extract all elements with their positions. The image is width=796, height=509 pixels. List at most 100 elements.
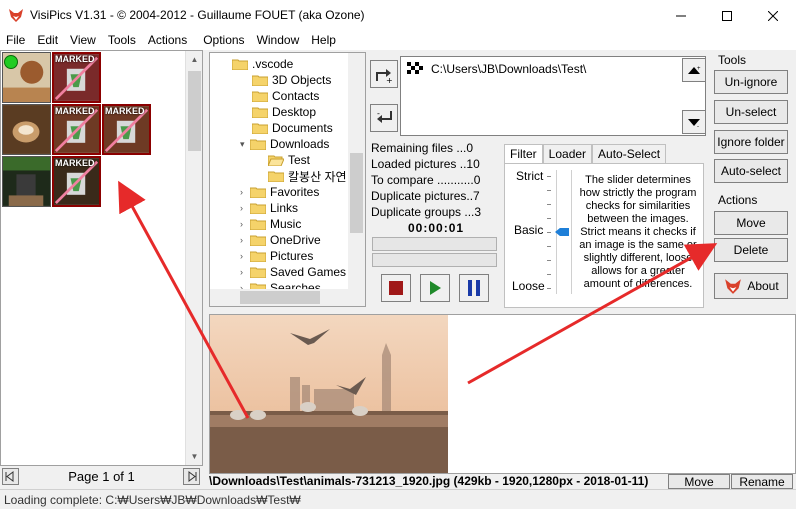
folder-icon — [252, 91, 268, 102]
thumbnail-marked[interactable]: MARKED — [52, 52, 101, 103]
expand-chevron-icon[interactable]: › — [240, 251, 250, 261]
preview-move-button[interactable]: Move — [668, 474, 730, 489]
level-basic-label: Basic — [514, 223, 544, 237]
stop-button[interactable] — [381, 274, 411, 302]
tools-group-label: Tools — [718, 53, 747, 67]
tree-item[interactable]: Contacts — [252, 88, 319, 104]
expand-chevron-icon[interactable]: › — [240, 203, 250, 213]
tree-item-label: Contacts — [272, 89, 320, 103]
close-icon — [768, 10, 778, 21]
unselect-button[interactable]: Un-select — [714, 100, 788, 124]
marked-label: MARKED — [105, 106, 145, 116]
tree-item[interactable]: 3D Objects — [252, 72, 331, 88]
menu-view[interactable]: View — [64, 31, 102, 50]
thumbnail-marked[interactable]: MARKED — [52, 104, 101, 155]
auto-select-button[interactable]: Auto-select — [714, 159, 788, 183]
svg-text:+: + — [697, 66, 701, 72]
scroll-down-icon[interactable]: ▼ — [186, 448, 203, 465]
about-button[interactable]: About — [714, 273, 788, 299]
marked-label: MARKED — [55, 106, 95, 116]
minimize-button[interactable] — [658, 0, 704, 31]
page-label: Page 1 of 1 — [68, 469, 135, 484]
thumbnail-scrollbar[interactable]: ▲ ▼ — [185, 51, 202, 465]
add-folder-button[interactable]: + — [370, 60, 398, 88]
tree-item[interactable]: › Favorites — [240, 184, 319, 200]
folder-icon — [250, 251, 266, 262]
thumbnail[interactable] — [2, 52, 51, 103]
menu-actions[interactable]: Actions — [142, 31, 193, 50]
thumbnail[interactable] — [2, 156, 51, 207]
remove-folder-button[interactable]: - — [370, 104, 398, 132]
expand-chevron-icon[interactable]: › — [240, 235, 250, 245]
menu-tools[interactable]: Tools — [102, 31, 142, 50]
tree-item[interactable]: Desktop — [252, 104, 316, 120]
slider-tick — [547, 204, 551, 205]
expand-chevron-icon[interactable]: › — [240, 267, 250, 277]
menu-bar: File Edit View Tools Actions Options Win… — [0, 31, 796, 50]
tab-filter[interactable]: Filter — [504, 144, 543, 164]
fox-logo-icon — [725, 279, 742, 294]
tree-item[interactable]: › Links — [240, 200, 298, 216]
stop-icon — [389, 281, 403, 295]
triangle-down-icon: - — [688, 119, 700, 128]
scroll-up-icon[interactable]: ▲ — [186, 51, 203, 68]
tree-item[interactable]: › Pictures — [240, 248, 313, 264]
preview-rename-button[interactable]: Rename — [731, 474, 793, 489]
expand-chevron-icon[interactable]: › — [240, 187, 250, 197]
thumbnail-marked[interactable]: MARKED — [102, 104, 151, 155]
tree-item[interactable]: 칼봉산 자연 — [268, 168, 347, 184]
tab-auto-select[interactable]: Auto-Select — [592, 144, 667, 164]
tree-item[interactable]: › Music — [240, 216, 301, 232]
tree-item-downloads[interactable]: ▾ Downloads — [240, 136, 329, 152]
tree-item-label: Documents — [272, 121, 333, 135]
folder-tree[interactable]: .vscode 3D Objects Contacts Desktop Docu… — [209, 52, 366, 307]
minimize-icon — [676, 15, 686, 16]
tree-item-label: Favorites — [270, 185, 320, 199]
loaded-pictures: Loaded pictures ..10 — [371, 157, 480, 171]
menu-file[interactable]: File — [0, 31, 31, 50]
progress-bar — [372, 253, 497, 267]
folder-path-list[interactable]: C:\Users\JB\Downloads\Test\ — [400, 56, 706, 136]
expand-chevron-icon[interactable]: ▾ — [240, 139, 250, 150]
close-button[interactable] — [750, 0, 796, 31]
pause-button[interactable] — [459, 274, 489, 302]
to-compare: To compare ...........0 — [371, 173, 481, 187]
tree-item[interactable]: Documents — [252, 120, 333, 136]
priority-down-button[interactable]: - — [682, 110, 706, 134]
menu-edit[interactable]: Edit — [31, 31, 64, 50]
thumbnail-marked[interactable]: MARKED — [52, 156, 101, 207]
tree-horizontal-scrollbar[interactable] — [210, 289, 365, 306]
status-text: Loading complete: C:₩Users₩JB₩Downloads₩… — [4, 493, 301, 507]
menu-help[interactable]: Help — [305, 31, 342, 50]
ignore-folder-button[interactable]: Ignore folder — [714, 130, 788, 154]
folder-icon — [250, 139, 266, 150]
expand-chevron-icon[interactable]: › — [240, 219, 250, 229]
add-folder-arrow-icon: + — [376, 69, 393, 84]
thumbnail[interactable] — [2, 104, 51, 155]
play-button[interactable] — [420, 274, 450, 302]
folder-icon — [250, 235, 266, 246]
next-page-button[interactable] — [183, 468, 200, 485]
scrollbar-thumb[interactable] — [188, 71, 201, 151]
tree-item[interactable]: .vscode — [232, 56, 293, 72]
tree-item-test[interactable]: Test — [268, 152, 310, 168]
maximize-button[interactable] — [704, 0, 750, 31]
delete-button[interactable]: Delete — [714, 238, 788, 262]
move-button[interactable]: Move — [714, 211, 788, 235]
menu-window[interactable]: Window — [251, 31, 306, 50]
tree-item[interactable]: › OneDrive — [240, 232, 321, 248]
tree-vertical-scrollbar[interactable] — [348, 53, 365, 291]
scrollbar-thumb[interactable] — [240, 291, 320, 304]
scrollbar-thumb[interactable] — [350, 153, 363, 233]
tab-loader[interactable]: Loader — [542, 144, 593, 164]
tree-item[interactable]: › Saved Games — [240, 264, 346, 280]
window-title: VisiPics V1.31 - © 2004-2012 - Guillaume… — [30, 8, 365, 22]
menu-options[interactable]: Options — [197, 31, 250, 50]
path-row[interactable]: C:\Users\JB\Downloads\Test\ — [405, 61, 586, 77]
unignore-button[interactable]: Un-ignore — [714, 70, 788, 94]
slider-tick — [547, 288, 551, 289]
filter-description: The slider determines how strictly the p… — [579, 174, 697, 290]
priority-up-button[interactable]: + — [682, 58, 706, 82]
slider-tick — [547, 218, 551, 219]
tree-item-label: Saved Games — [270, 265, 347, 279]
